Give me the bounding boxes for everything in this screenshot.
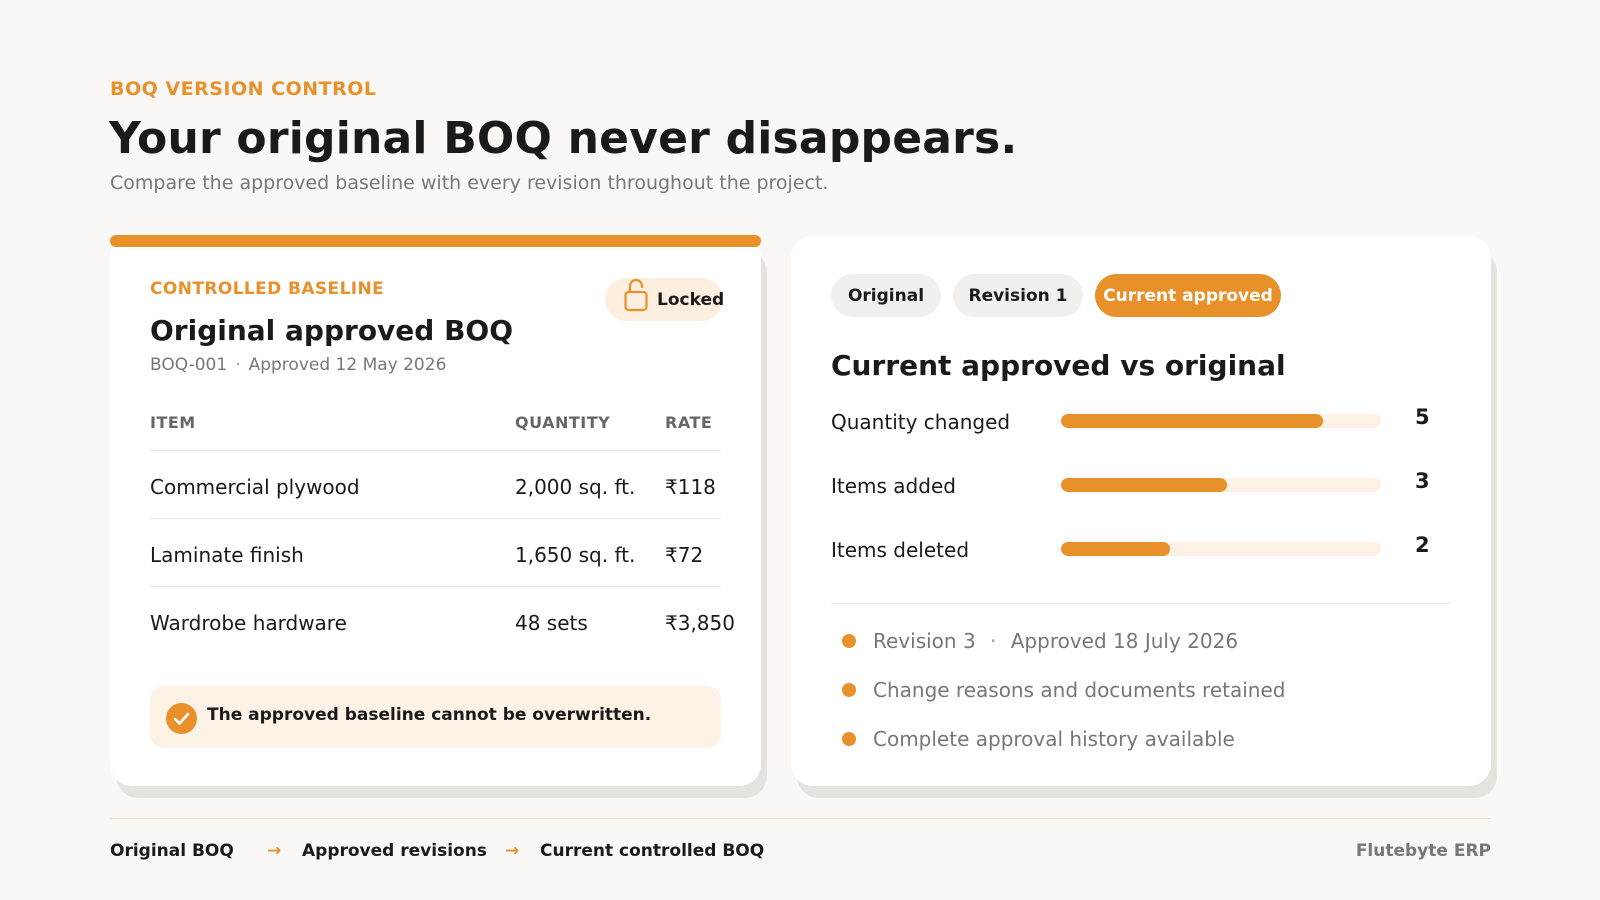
bullet-approval-history: Complete approval history available: [873, 727, 1235, 751]
page-eyebrow: BOQ VERSION CONTROL: [110, 78, 377, 100]
table-row-1-item: Commercial plywood: [150, 475, 360, 499]
metric-track-items-deleted: [1061, 542, 1381, 556]
check-circle-icon: [166, 703, 197, 734]
table-row-2-rate: ₹72: [665, 543, 704, 567]
brand-name: Flutebyte ERP: [1355, 841, 1491, 861]
baseline-card-accent-bar: [110, 235, 761, 247]
table-row-1-rate: ₹118: [665, 475, 716, 499]
table-header-rate: RATE: [665, 413, 713, 432]
metric-fill-items-added: [1061, 478, 1228, 492]
bullet-revision-label: Revision 3: [873, 629, 976, 653]
tab-revision-1[interactable]: Revision 1: [953, 274, 1083, 317]
footer-divider: [110, 818, 1491, 819]
tab-current-approved[interactable]: Current approved: [1095, 274, 1281, 317]
metric-label-quantity-changed: Quantity changed: [831, 410, 1011, 434]
flow-step-revisions: Approved revisions: [302, 841, 487, 861]
tab-original[interactable]: Original: [831, 274, 941, 317]
table-row-3-rate: ₹3,850: [665, 611, 735, 635]
metric-label-items-added: Items added: [831, 474, 956, 498]
bullet-revision-3: Revision 3 · Approved 18 July 2026: [873, 629, 1238, 653]
baseline-meta: BOQ-001 · Approved 12 May 2026: [150, 355, 446, 375]
bullet-dot: [842, 683, 856, 697]
flow-arrow-icon: →: [505, 841, 520, 861]
metric-fill-items-deleted: [1061, 542, 1170, 556]
table-header-quantity: QUANTITY: [515, 413, 611, 432]
metric-label-items-deleted: Items deleted: [831, 538, 970, 562]
unlocked-padlock-icon: [624, 278, 648, 312]
bullet-change-reasons: Change reasons and documents retained: [873, 678, 1286, 702]
baseline-title: Original approved BOQ: [150, 314, 514, 347]
locked-badge: Locked: [605, 278, 725, 321]
comparison-card: [791, 236, 1491, 786]
locked-label: Locked: [657, 290, 725, 310]
flow-step-current: Current controlled BOQ: [540, 841, 765, 861]
metric-value-items-added: 3: [1415, 469, 1430, 493]
bullet-dot: [842, 732, 856, 746]
table-divider: [150, 586, 721, 587]
table-row-1-quantity: 2,000 sq. ft.: [515, 475, 636, 499]
bullet-revision-approved: Approved 18 July 2026: [1010, 629, 1239, 653]
metric-track-quantity-changed: [1061, 414, 1381, 428]
boq-id: BOQ-001: [150, 355, 228, 375]
table-divider: [150, 518, 721, 519]
comparison-title: Current approved vs original: [831, 349, 1286, 382]
table-row-3-quantity: 48 sets: [515, 611, 588, 635]
flow-step-original: Original BOQ: [110, 841, 234, 861]
table-row-3-item: Wardrobe hardware: [150, 611, 347, 635]
meta-separator: ·: [235, 355, 241, 375]
metric-fill-quantity-changed: [1061, 414, 1324, 428]
metric-value-quantity-changed: 5: [1415, 405, 1430, 429]
metric-track-items-added: [1061, 478, 1381, 492]
table-row-2-item: Laminate finish: [150, 543, 304, 567]
table-row-2-quantity: 1,650 sq. ft.: [515, 543, 636, 567]
metric-value-items-deleted: 2: [1415, 533, 1430, 557]
overwrite-notice: The approved baseline cannot be overwrit…: [150, 686, 721, 748]
comparison-divider: [831, 603, 1451, 604]
page-subtitle: Compare the approved baseline with every…: [110, 172, 829, 194]
notice-text: The approved baseline cannot be overwrit…: [207, 705, 652, 725]
flow-arrow-icon: →: [267, 841, 282, 861]
page-title: Your original BOQ never disappears.: [109, 113, 1018, 164]
bullet-dot: [842, 634, 856, 648]
table-header-item: ITEM: [150, 413, 196, 432]
approved-date: Approved 12 May 2026: [248, 355, 447, 375]
baseline-label: CONTROLLED BASELINE: [150, 279, 385, 299]
bullet-separator: ·: [990, 629, 997, 653]
table-divider: [150, 450, 721, 451]
